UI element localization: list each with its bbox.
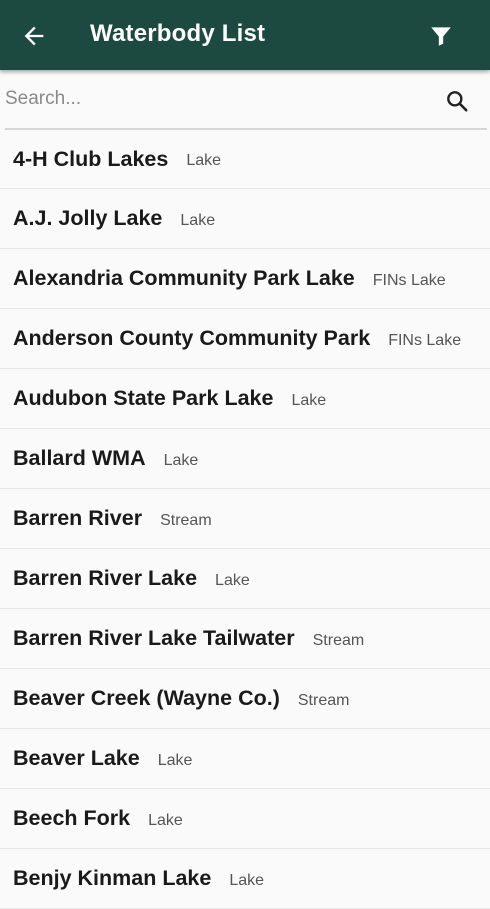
waterbody-type: Lake — [186, 152, 222, 169]
waterbody-type: Lake — [229, 871, 265, 889]
waterbody-list: 4-H Club Lakes Lake A.J. Jolly Lake Lake… — [0, 130, 490, 909]
waterbody-name: Ballard WMA — [13, 446, 146, 470]
list-item[interactable]: Alexandria Community Park Lake FINs Lake — [0, 249, 490, 309]
list-item[interactable]: Barren River Stream — [0, 489, 490, 549]
waterbody-name: Anderson County Community Park — [13, 326, 371, 350]
waterbody-type: Lake — [215, 571, 250, 589]
list-item[interactable]: Anderson County Community Park FINs Lake — [0, 309, 490, 369]
waterbody-name: Barren River Lake — [13, 566, 198, 590]
list-item[interactable]: Beech Fork Lake — [0, 789, 490, 849]
filter-icon[interactable] — [428, 23, 454, 49]
list-item[interactable]: Benjy Kinman Lake Lake — [0, 849, 490, 909]
list-item[interactable]: 4-H Club Lakes Lake — [0, 130, 490, 189]
waterbody-type: FINs Lake — [388, 331, 462, 349]
list-item[interactable]: A.J. Jolly Lake Lake — [0, 189, 490, 249]
waterbody-type: FINs Lake — [372, 271, 446, 289]
search-bar — [0, 70, 490, 130]
waterbody-name: Audubon State Park Lake — [13, 386, 274, 410]
waterbody-name: Beaver Creek (Wayne Co.) — [13, 686, 280, 710]
waterbody-type: Stream — [297, 691, 350, 709]
waterbody-name: A.J. Jolly Lake — [13, 206, 163, 230]
waterbody-type: Lake — [148, 811, 183, 829]
waterbody-name: Beech Fork — [13, 806, 131, 830]
waterbody-type: Lake — [291, 391, 327, 409]
list-item[interactable]: Beaver Lake Lake — [0, 729, 490, 789]
waterbody-type: Lake — [163, 451, 199, 469]
list-item[interactable]: Barren River Lake Tailwater Stream — [0, 609, 490, 669]
app-bar: Waterbody List — [0, 0, 490, 70]
waterbody-type: Stream — [160, 511, 212, 529]
waterbody-name: Barren River Lake Tailwater — [13, 626, 295, 650]
page-title: Waterbody List — [90, 20, 266, 47]
list-item[interactable]: Audubon State Park Lake Lake — [0, 369, 490, 429]
waterbody-type: Lake — [180, 211, 216, 229]
search-input[interactable] — [5, 82, 425, 116]
arrow-left-icon[interactable] — [20, 22, 48, 50]
waterbody-name: Beaver Lake — [13, 746, 140, 770]
waterbody-name: Benjy Kinman Lake — [13, 866, 212, 890]
search-icon[interactable] — [444, 88, 470, 114]
waterbody-type: Stream — [312, 631, 365, 649]
waterbody-name: 4-H Club Lakes — [13, 146, 169, 171]
waterbody-type: Lake — [157, 751, 193, 769]
list-item[interactable]: Ballard WMA Lake — [0, 429, 490, 489]
list-item[interactable]: Beaver Creek (Wayne Co.) Stream — [0, 669, 490, 729]
waterbody-name: Alexandria Community Park Lake — [13, 266, 355, 290]
waterbody-name: Barren River — [13, 506, 143, 530]
list-item[interactable]: Barren River Lake Lake — [0, 549, 490, 609]
